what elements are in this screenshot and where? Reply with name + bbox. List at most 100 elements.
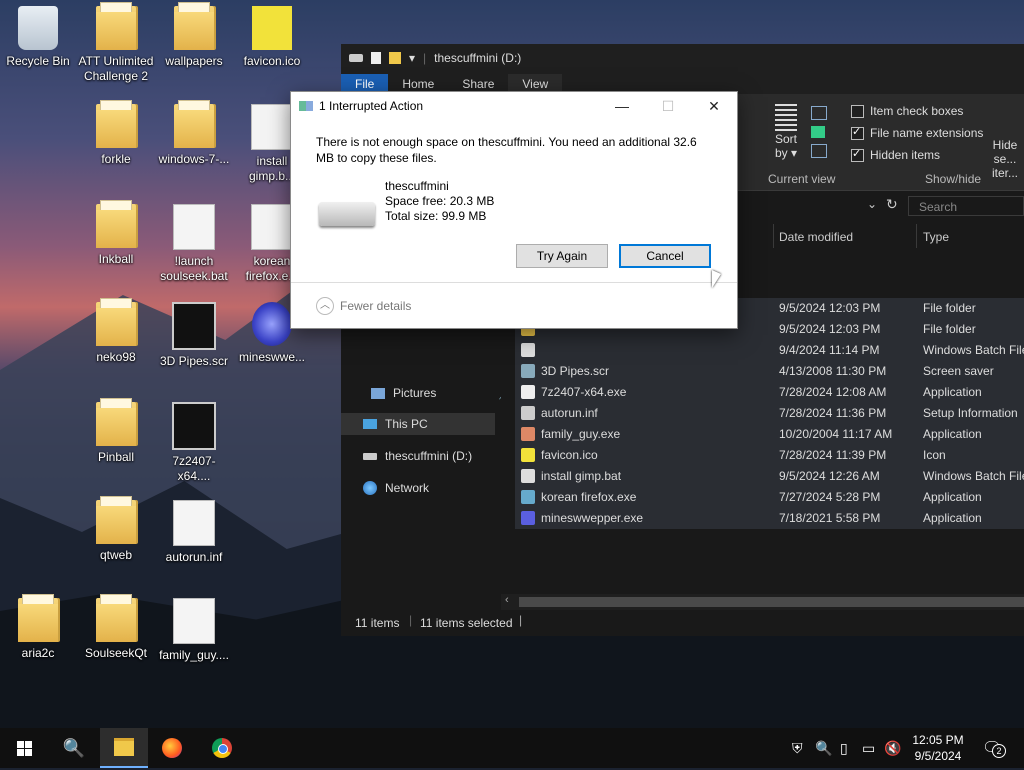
desktop-icon[interactable]: 3D Pipes.scr [156, 302, 232, 369]
desktop-icon[interactable]: family_guy.... [156, 598, 232, 663]
desktop-icon-label: qtweb [99, 548, 133, 562]
search-button[interactable]: 🔍 [50, 728, 98, 768]
file-row[interactable]: mineswwepper.exe 7/18/2021 5:58 PM Applica… [515, 508, 1024, 529]
batch-file-icon [251, 104, 293, 150]
desktop-icon[interactable]: 7z2407-x64.... [156, 402, 232, 484]
hidden-items-toggle[interactable]: Hidden items [851, 144, 983, 166]
start-button[interactable] [0, 728, 48, 768]
file-row[interactable]: autorun.inf 7/28/2024 11:36 PM Setup Infor… [515, 403, 1024, 424]
column-separator [916, 224, 917, 248]
file-date: 7/18/2021 5:58 PM [779, 511, 881, 525]
chrome-icon [212, 738, 232, 758]
file-row[interactable]: family_guy.exe 10/20/2004 11:17 AM Applica… [515, 424, 1024, 445]
nav-item-drive[interactable]: thescuffmini (D:) [363, 445, 472, 467]
hide-selected-button[interactable]: Hide se... iter... [986, 138, 1024, 180]
maximize-button[interactable]: ☐ [645, 92, 691, 120]
sort-by-button[interactable]: Sort by ▾ [771, 104, 801, 160]
hidden-items-checkbox[interactable] [851, 147, 864, 162]
nav-item-network[interactable]: Network [363, 477, 429, 499]
column-header-type[interactable]: Type [923, 230, 949, 244]
column-header-date[interactable]: Date modified [779, 230, 853, 244]
notification-count: 2 [992, 744, 1006, 758]
file-row[interactable]: korean firefox.exe 7/27/2024 5:28 PM Appli… [515, 487, 1024, 508]
file-row[interactable]: 9/4/2024 11:14 PM Windows Batch File [515, 340, 1024, 361]
file-date: 7/27/2024 5:28 PM [779, 490, 881, 504]
network-icon[interactable]: ▭ [862, 740, 875, 757]
desktop-icon[interactable]: Pinball [78, 398, 154, 465]
explorer-titlebar[interactable]: ▾ | thescuffmini (D:) [341, 44, 1024, 72]
chevron-up-icon: ︿ [316, 297, 334, 315]
desktop-icon[interactable]: aria2c [0, 594, 76, 661]
usb-icon[interactable]: ▯ [840, 740, 848, 757]
taskbar-firefox[interactable] [148, 728, 196, 768]
show-hide-group: Item check boxes File name extensions Hi… [851, 100, 983, 166]
file-name: family_guy.exe [521, 427, 620, 441]
total-size: Total size: 99.9 MB [385, 209, 487, 223]
file-name: mineswwepper.exe [521, 511, 643, 525]
desktop-icon[interactable]: windows-7-... [156, 100, 232, 167]
dialog-title: 1 Interrupted Action [319, 99, 424, 113]
desktop-icon[interactable]: SoulseekQt [78, 594, 154, 661]
item-check-boxes-checkbox[interactable] [851, 104, 864, 118]
nav-item-this-pc[interactable]: This PC [341, 413, 495, 435]
desktop-icon[interactable]: ATT Unlimited Challenge 2 [78, 2, 154, 84]
file-type: Windows Batch File [923, 469, 1024, 483]
desktop-icon-label: neko98 [96, 350, 136, 364]
file-icon [521, 469, 535, 483]
desktop-icon[interactable]: qtweb [78, 496, 154, 563]
file-name-extensions-checkbox[interactable] [851, 125, 864, 140]
file-row[interactable]: 7z2407-x64.exe 7/28/2024 12:08 AM Applicat… [515, 382, 1024, 403]
address-dropdown-icon[interactable]: ⌄ [867, 197, 877, 211]
group-by-icon[interactable] [811, 106, 827, 120]
scrollbar-thumb[interactable] [519, 597, 1024, 607]
layout-icons[interactable] [811, 106, 827, 158]
cancel-button[interactable]: Cancel [619, 244, 711, 268]
item-check-boxes-toggle[interactable]: Item check boxes [851, 100, 983, 122]
file-row[interactable]: install gimp.bat 9/5/2024 12:26 AM Windows… [515, 466, 1024, 487]
properties-icon[interactable] [371, 52, 381, 64]
security-icon[interactable]: ⛨ [792, 740, 803, 757]
screensaver-icon [172, 302, 216, 350]
scroll-left-icon[interactable]: ‹ [505, 594, 509, 606]
file-date: 7/28/2024 12:08 AM [779, 385, 887, 399]
minimize-button[interactable]: — [599, 92, 645, 120]
pictures-icon [371, 387, 385, 399]
desktop-icon[interactable]: Inkball [78, 200, 154, 267]
mouse-cursor [712, 270, 721, 288]
file-row[interactable]: favicon.ico 7/28/2024 11:39 PM Icon [515, 445, 1024, 466]
desktop-icon[interactable]: favicon.ico [234, 6, 310, 69]
desktop-icon[interactable]: !launch soulseek.bat [156, 204, 232, 284]
file-name-extensions-toggle[interactable]: File name extensions [851, 122, 983, 144]
horizontal-scrollbar[interactable]: ‹ [501, 594, 1024, 610]
fewer-details-toggle[interactable]: ︿ Fewer details [316, 297, 411, 315]
file-row[interactable]: 3D Pipes.scr 4/13/2008 11:30 PM Screen sav… [515, 361, 1024, 382]
tray-search-icon[interactable]: 🔍 [815, 740, 832, 757]
refresh-icon[interactable]: ↻ [886, 196, 898, 213]
desktop-icon[interactable]: wallpapers [156, 2, 232, 69]
taskbar-chrome[interactable] [198, 728, 246, 768]
close-button[interactable]: ✕ [691, 92, 737, 120]
7zip-icon [172, 402, 216, 450]
try-again-button[interactable]: Try Again [516, 244, 608, 268]
add-columns-icon[interactable] [811, 126, 825, 138]
file-name: autorun.inf [521, 406, 598, 420]
search-input[interactable]: Search thescuffmini [908, 196, 1024, 234]
taskbar-file-explorer[interactable] [100, 728, 148, 768]
size-columns-icon[interactable] [811, 144, 827, 158]
new-folder-icon[interactable] [389, 52, 401, 64]
batch-file-icon [173, 204, 215, 250]
nav-item-pictures[interactable]: Pictures 📌 [371, 382, 513, 404]
desktop-icon[interactable]: forkle [78, 100, 154, 167]
desktop-icon[interactable]: autorun.inf [156, 500, 232, 565]
current-view-label: Current view [768, 172, 836, 186]
mine-icon [252, 302, 292, 346]
notifications-button[interactable]: 🗨 2 [982, 738, 1006, 758]
desktop-icon-label: wallpapers [165, 54, 223, 68]
file-icon [521, 427, 535, 441]
quick-access-dropdown-icon[interactable]: ▾ [409, 51, 415, 65]
file-icon [521, 385, 535, 399]
clock[interactable]: 12:05 PM 9/5/2024 [896, 732, 980, 764]
desktop-icon-label: 3D Pipes.scr [159, 354, 229, 368]
desktop-icon[interactable]: Recycle Bin [0, 6, 76, 69]
desktop-icon[interactable]: neko98 [78, 298, 154, 365]
